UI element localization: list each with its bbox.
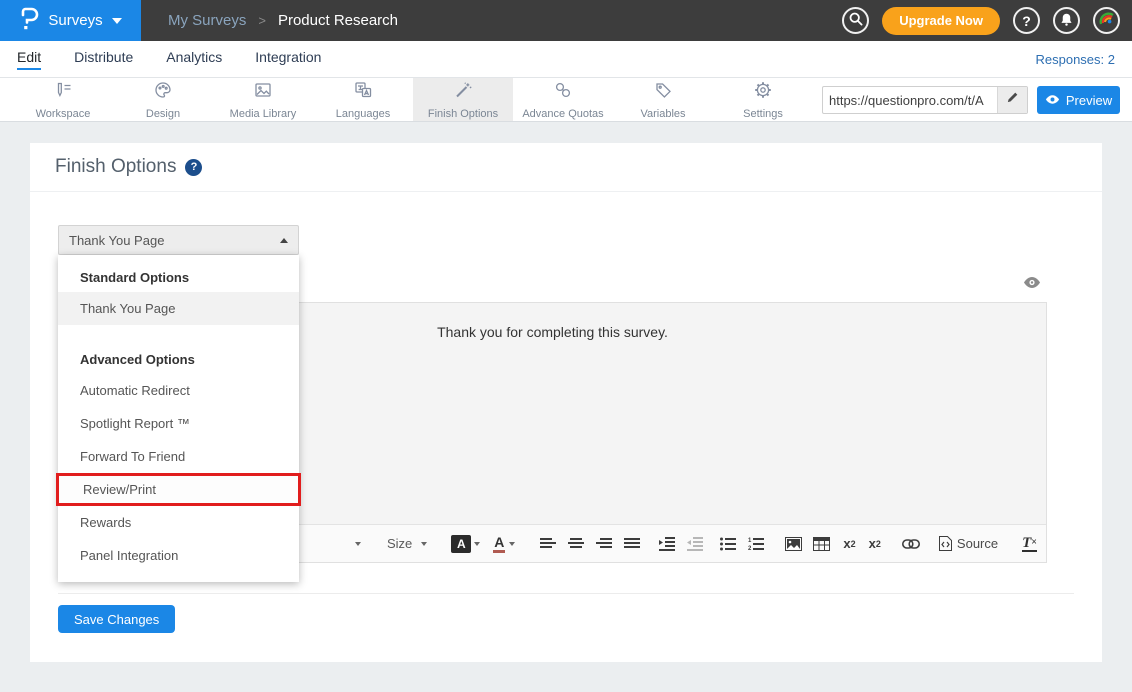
- product-label: Surveys: [48, 12, 102, 29]
- surveys-product-switcher[interactable]: Surveys: [0, 0, 141, 41]
- insert-image-button[interactable]: [785, 537, 802, 551]
- indent-button[interactable]: [659, 537, 675, 551]
- chevron-down-icon: [112, 18, 122, 24]
- survey-nav: Edit Distribute Analytics Integration Re…: [0, 41, 1132, 78]
- font-combo-button[interactable]: [355, 542, 361, 546]
- edit-url-button[interactable]: [997, 87, 1027, 113]
- remove-format-button[interactable]: T×: [1022, 536, 1037, 552]
- chevron-down-icon: [355, 542, 361, 546]
- breadcrumb-parent[interactable]: My Surveys: [168, 12, 246, 29]
- advance-quotas-icon: [553, 80, 573, 105]
- source-button[interactable]: Source: [939, 536, 998, 551]
- ribbon-item-advance-quotas[interactable]: Advance Quotas: [513, 78, 613, 121]
- background-color-icon: A: [451, 535, 471, 553]
- ribbon-item-settings[interactable]: Settings: [713, 78, 813, 121]
- survey-url-input[interactable]: [823, 93, 997, 108]
- tab-analytics[interactable]: Analytics: [166, 49, 222, 70]
- topbar-actions: Upgrade Now ?: [842, 7, 1132, 35]
- help-button[interactable]: ?: [1013, 7, 1040, 34]
- align-left-button[interactable]: [540, 537, 556, 551]
- subscript-button[interactable]: x2: [843, 536, 855, 551]
- media-library-icon: [253, 80, 273, 105]
- tab-distribute[interactable]: Distribute: [74, 49, 133, 70]
- panel-header: Finish Options ?: [30, 143, 1102, 192]
- ribbon-item-workspace[interactable]: Workspace: [13, 78, 113, 121]
- ribbon-item-design[interactable]: Design: [113, 78, 213, 121]
- pencil-icon: [1006, 91, 1019, 109]
- align-right-button[interactable]: [596, 537, 612, 551]
- superscript-button[interactable]: x2: [869, 536, 881, 551]
- text-color-button[interactable]: A: [493, 535, 515, 553]
- settings-icon: [753, 80, 773, 105]
- ribbon-item-finish-options[interactable]: Finish Options: [413, 78, 513, 121]
- workspace-icon: [53, 80, 73, 105]
- numbered-list-button[interactable]: 12: [748, 537, 764, 551]
- finish-option-select[interactable]: Thank You Page: [58, 225, 299, 255]
- dropdown-item-forward-to-friend[interactable]: Forward To Friend: [58, 440, 299, 473]
- languages-icon: [353, 80, 373, 105]
- insert-link-button[interactable]: [902, 539, 920, 549]
- notifications-button[interactable]: [1053, 7, 1080, 34]
- dropdown-item-automatic-redirect[interactable]: Automatic Redirect: [58, 374, 299, 407]
- insert-table-button[interactable]: [813, 537, 830, 551]
- breadcrumb: My Surveys > Product Research: [168, 12, 398, 29]
- chevron-up-icon: [280, 238, 288, 243]
- bulleted-list-button[interactable]: [720, 537, 736, 551]
- ribbon-item-languages[interactable]: Languages: [313, 78, 413, 121]
- finish-option-select-value: Thank You Page: [69, 233, 164, 248]
- chevron-down-icon: [474, 542, 480, 546]
- edit-ribbon: Workspace Design Media Library Languages…: [0, 78, 1132, 122]
- responses-count[interactable]: Responses: 2: [1036, 52, 1116, 67]
- eye-icon: [1045, 93, 1060, 108]
- dropdown-item-rewards[interactable]: Rewards: [58, 506, 299, 539]
- svg-text:1: 1: [748, 538, 752, 544]
- dropdown-item-review-print[interactable]: Review/Print: [56, 473, 301, 506]
- text-color-icon: A: [493, 535, 505, 553]
- bell-icon: [1059, 12, 1074, 30]
- survey-url-field: [822, 86, 1028, 114]
- dropdown-group-header: Advanced Options: [58, 337, 299, 374]
- outdent-button[interactable]: [687, 537, 703, 551]
- upgrade-now-button[interactable]: Upgrade Now: [882, 7, 1000, 35]
- size-combo-button[interactable]: Size: [387, 536, 427, 551]
- questionpro-logo-icon: [19, 6, 39, 36]
- question-mark-icon: ?: [1022, 13, 1031, 29]
- save-changes-button[interactable]: Save Changes: [58, 605, 175, 633]
- tab-edit[interactable]: Edit: [17, 49, 41, 70]
- finish-option-dropdown: Standard Options Thank You Page Advanced…: [58, 255, 299, 582]
- finish-options-panel: Finish Options ? Thank You Page Thank yo…: [30, 143, 1102, 662]
- ribbon-item-media-library[interactable]: Media Library: [213, 78, 313, 121]
- breadcrumb-current: Product Research: [278, 12, 398, 29]
- preview-eye-icon[interactable]: [1023, 276, 1041, 294]
- background-color-button[interactable]: A: [451, 535, 480, 553]
- tab-integration[interactable]: Integration: [255, 49, 321, 70]
- align-center-button[interactable]: [568, 537, 584, 551]
- account-avatar[interactable]: [1093, 7, 1120, 34]
- breadcrumb-separator: >: [258, 13, 266, 28]
- account-logo-icon: [1096, 8, 1118, 33]
- svg-text:2: 2: [748, 546, 752, 551]
- dropdown-group-header: Standard Options: [58, 255, 299, 292]
- divider: [58, 593, 1074, 594]
- app-window: Surveys My Surveys > Product Research Up…: [0, 0, 1132, 692]
- chevron-down-icon: [509, 542, 515, 546]
- dropdown-group-gap: [58, 325, 299, 337]
- design-icon: [153, 80, 173, 105]
- page-title: Finish Options: [55, 156, 176, 178]
- dropdown-item-panel-integration[interactable]: Panel Integration: [58, 539, 299, 572]
- dropdown-item-thank-you-page[interactable]: Thank You Page: [58, 292, 299, 325]
- ribbon-item-variables[interactable]: Variables: [613, 78, 713, 121]
- justify-button[interactable]: [624, 537, 640, 551]
- finish-options-icon: [453, 80, 473, 105]
- dropdown-item-spotlight-report[interactable]: Spotlight Report ™: [58, 407, 299, 440]
- variables-icon: [653, 80, 673, 105]
- search-icon: [848, 11, 864, 30]
- preview-button[interactable]: Preview: [1037, 86, 1120, 114]
- search-button[interactable]: [842, 7, 869, 34]
- top-bar: Surveys My Surveys > Product Research Up…: [0, 0, 1132, 41]
- page-help-icon[interactable]: ?: [185, 159, 202, 176]
- chevron-down-icon: [421, 542, 427, 546]
